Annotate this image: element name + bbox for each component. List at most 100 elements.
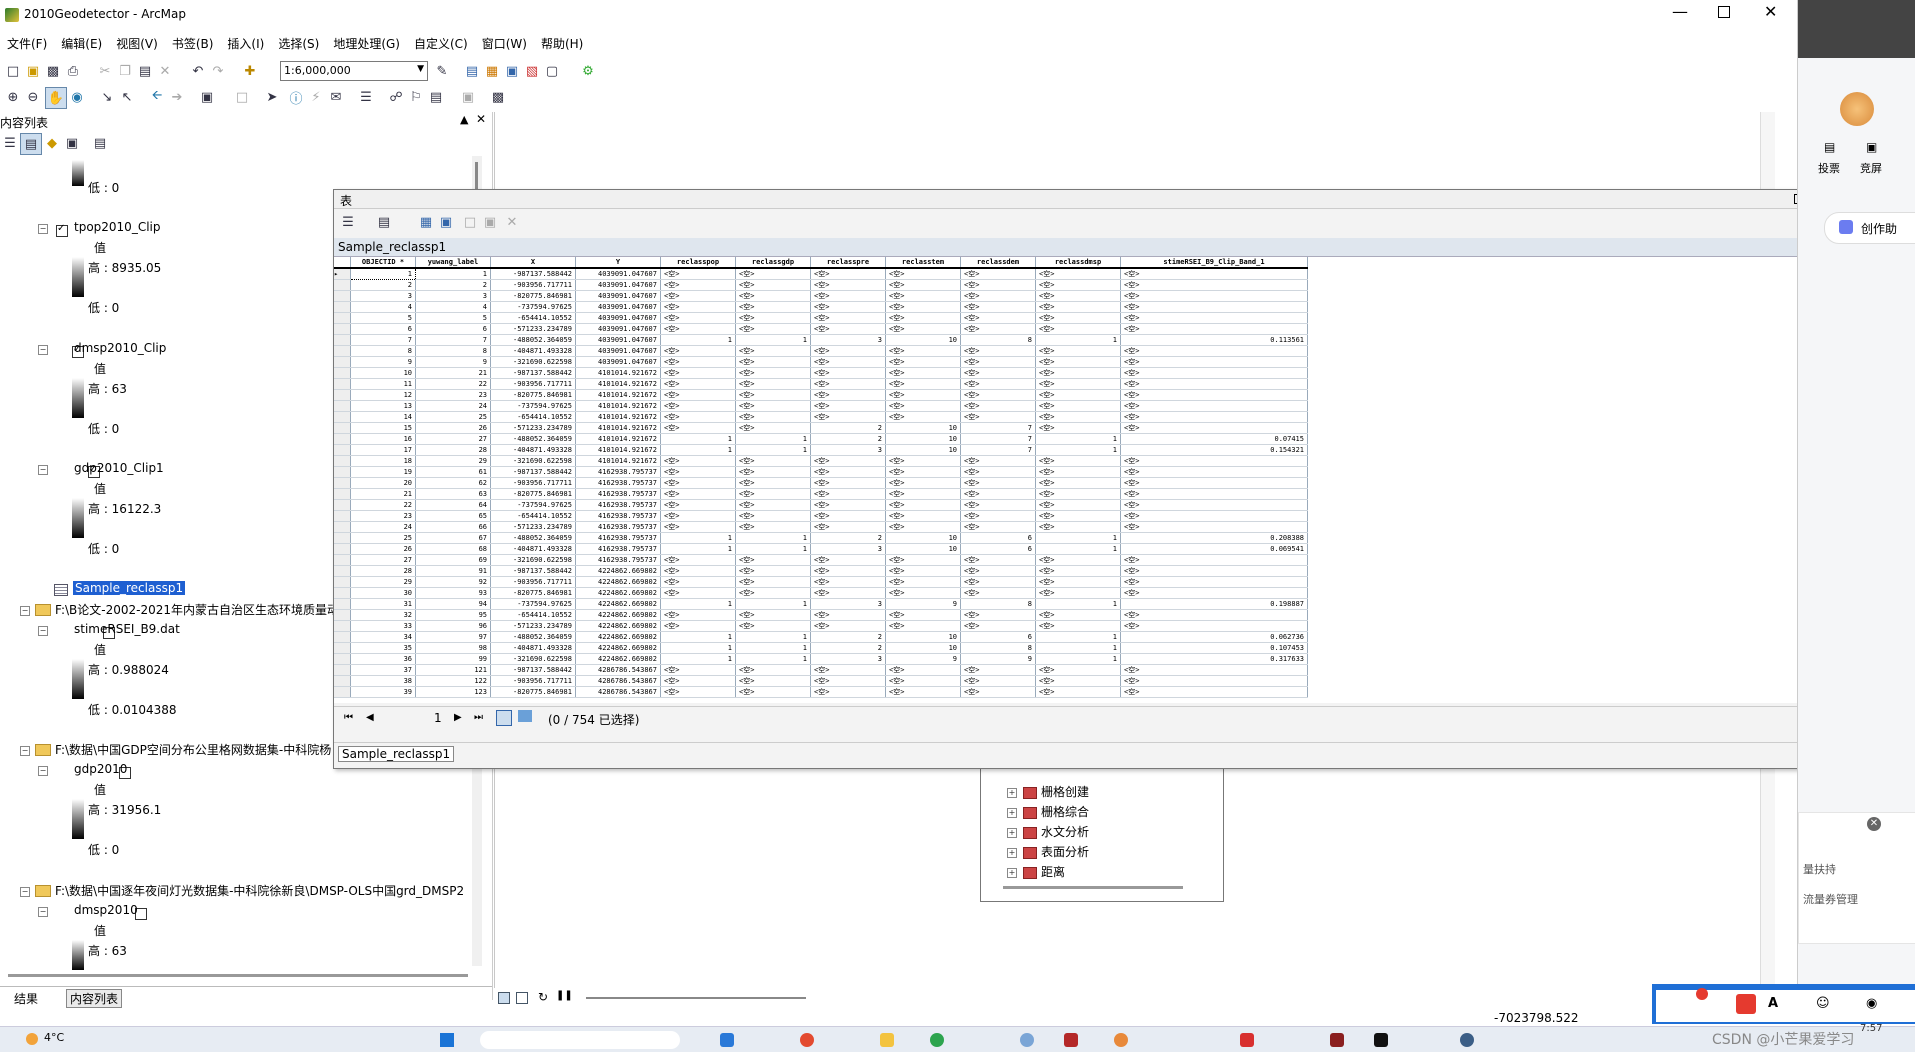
table-cell[interactable]: 8	[960, 642, 1036, 654]
table-cell[interactable]: <空>	[1035, 389, 1121, 401]
data-view-icon[interactable]	[498, 992, 510, 1004]
table-cell[interactable]: <空>	[660, 686, 736, 698]
table-cell[interactable]: 33	[350, 620, 416, 632]
row-selector[interactable]	[334, 576, 351, 588]
table-cell[interactable]: 21	[415, 367, 491, 379]
table-cell[interactable]: 4224862.669802	[575, 609, 661, 621]
table-cell[interactable]: <空>	[885, 279, 961, 291]
table-cell[interactable]: -404871.493328	[490, 543, 576, 555]
table-cell[interactable]: <空>	[735, 411, 811, 423]
table-cell[interactable]: 36	[350, 653, 416, 665]
table-cell[interactable]: <空>	[810, 268, 886, 280]
table-cell[interactable]: 26	[350, 543, 416, 555]
taskbar-app-icon[interactable]	[1374, 1033, 1388, 1047]
table-cell[interactable]: <空>	[735, 686, 811, 698]
fixed-zoom-in-icon[interactable]: ↘	[97, 87, 117, 107]
table-cell[interactable]: 66	[415, 521, 491, 533]
table-cell[interactable]: 1	[660, 433, 736, 445]
minimize-button[interactable]: —	[1672, 2, 1688, 21]
table-cell[interactable]: <空>	[960, 488, 1036, 500]
expand-icon[interactable]: +	[1007, 867, 1017, 878]
table-cell[interactable]: <空>	[1035, 400, 1121, 412]
hyperlink-icon[interactable]: ⚡	[306, 87, 326, 107]
table-cell[interactable]: <空>	[660, 389, 736, 401]
table-cell[interactable]: 9	[885, 653, 961, 665]
table-cell[interactable]: <空>	[960, 609, 1036, 621]
table-cell[interactable]: 121	[415, 664, 491, 676]
table-cell[interactable]: 4039091.047607	[575, 312, 661, 324]
table-cell[interactable]: <空>	[810, 609, 886, 621]
table-cell[interactable]: <空>	[1120, 576, 1308, 588]
overview-icon[interactable]: ▩	[488, 87, 508, 107]
table-cell[interactable]: 4101014.921672	[575, 422, 661, 434]
table-cell[interactable]: 1	[735, 598, 811, 610]
table-cell[interactable]: <空>	[960, 675, 1036, 687]
table-cell[interactable]: <空>	[1120, 609, 1308, 621]
undo-icon[interactable]: ↶	[188, 61, 208, 81]
column-header[interactable]: reclasspop	[660, 257, 736, 269]
table-cell[interactable]: 35	[350, 642, 416, 654]
table-cell[interactable]: <空>	[1120, 675, 1308, 687]
layer-name[interactable]: tpop2010_Clip	[74, 220, 160, 234]
table-cell[interactable]: <空>	[1035, 411, 1121, 423]
table-cell[interactable]: -321690.622598	[490, 653, 576, 665]
table-cell[interactable]: 7	[415, 334, 491, 346]
table-cell[interactable]: <空>	[660, 323, 736, 335]
table-cell[interactable]: 38	[350, 675, 416, 687]
table-cell[interactable]: 8	[960, 334, 1036, 346]
table-cell[interactable]: <空>	[660, 290, 736, 302]
table-cell[interactable]: -488052.364059	[490, 532, 576, 544]
table-cell[interactable]: -987137.588442	[490, 664, 576, 676]
row-selector[interactable]	[334, 290, 351, 302]
table-cell[interactable]: 1	[735, 653, 811, 665]
table-row[interactable]: 3 3 -820775.846981 4039091.047607 <空> <空> <空> <…	[334, 290, 1308, 302]
table-cell[interactable]: 4162938.795737	[575, 521, 661, 533]
table-cell[interactable]: -488052.364059	[490, 433, 576, 445]
table-cell[interactable]: 95	[415, 609, 491, 621]
table-cell[interactable]: 4224862.669802	[575, 565, 661, 577]
table-cell[interactable]: 0.154321	[1120, 444, 1308, 456]
clear-selection-icon[interactable]: □	[232, 87, 252, 107]
table-cell[interactable]: 4224862.669802	[575, 587, 661, 599]
table-cell[interactable]: 2	[810, 642, 886, 654]
table-cell[interactable]: 1	[735, 433, 811, 445]
row-selector[interactable]	[334, 323, 351, 335]
toc-close-icon[interactable]: ✕	[476, 112, 486, 126]
table-cell[interactable]: <空>	[885, 675, 961, 687]
table-cell[interactable]: 30	[350, 587, 416, 599]
table-cell[interactable]: 2	[810, 433, 886, 445]
table-cell[interactable]: <空>	[1120, 389, 1308, 401]
table-cell[interactable]: 62	[415, 477, 491, 489]
table-cell[interactable]: 94	[415, 598, 491, 610]
table-row[interactable]: 15 26 -571233.234789 4101014.921672 <空> <空> 2 1…	[334, 422, 1308, 434]
cut-icon[interactable]: ✂	[95, 61, 115, 81]
taskbar-app-icon[interactable]	[1240, 1033, 1254, 1047]
table-cell[interactable]: 4039091.047607	[575, 323, 661, 335]
table-cell[interactable]: -654414.10552	[490, 411, 576, 423]
table-cell[interactable]: <空>	[810, 279, 886, 291]
layer-name[interactable]: gdp2010_Clip1	[74, 461, 164, 475]
row-selector[interactable]	[334, 400, 351, 412]
table-cell[interactable]: 16	[350, 433, 416, 445]
table-cell[interactable]: 1	[415, 268, 491, 280]
table-cell[interactable]: 20	[350, 477, 416, 489]
row-selector[interactable]	[334, 389, 351, 401]
table-cell[interactable]: <空>	[1120, 565, 1308, 577]
table-cell[interactable]: 0.317633	[1120, 653, 1308, 665]
table-cell[interactable]: <空>	[810, 455, 886, 467]
table-cell[interactable]: <空>	[735, 378, 811, 390]
table-options-icon[interactable]: ☰	[338, 212, 358, 232]
table-cell[interactable]: <空>	[960, 411, 1036, 423]
row-selector[interactable]	[334, 422, 351, 434]
table-cell[interactable]: 10	[885, 543, 961, 555]
map-hscroll[interactable]	[586, 997, 806, 999]
table-cell[interactable]: <空>	[1035, 323, 1121, 335]
table-cell[interactable]: 4162938.795737	[575, 510, 661, 522]
table-cell[interactable]: <空>	[1120, 367, 1308, 379]
table-cell[interactable]: <空>	[810, 565, 886, 577]
table-cell[interactable]: <空>	[960, 279, 1036, 291]
table-cell[interactable]: <空>	[660, 587, 736, 599]
table-cell[interactable]: 27	[350, 554, 416, 566]
table-cell[interactable]: <空>	[1035, 609, 1121, 621]
table-cell[interactable]: 1	[1035, 653, 1121, 665]
